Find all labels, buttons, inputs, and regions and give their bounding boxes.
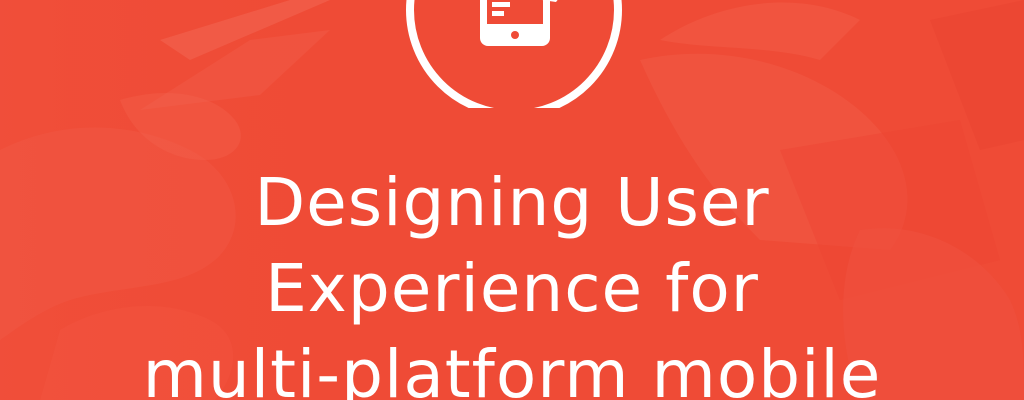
hero-banner: Designing User Experience for multi-plat… (0, 0, 1024, 400)
headline-line-1: Designing User (254, 164, 770, 241)
headline-line-3: multi-platform mobile (142, 336, 882, 400)
page-title: Designing User Experience for multi-plat… (0, 160, 1024, 400)
phone-gear-icon (406, 0, 622, 108)
headline-line-2: Experience for (265, 250, 759, 327)
